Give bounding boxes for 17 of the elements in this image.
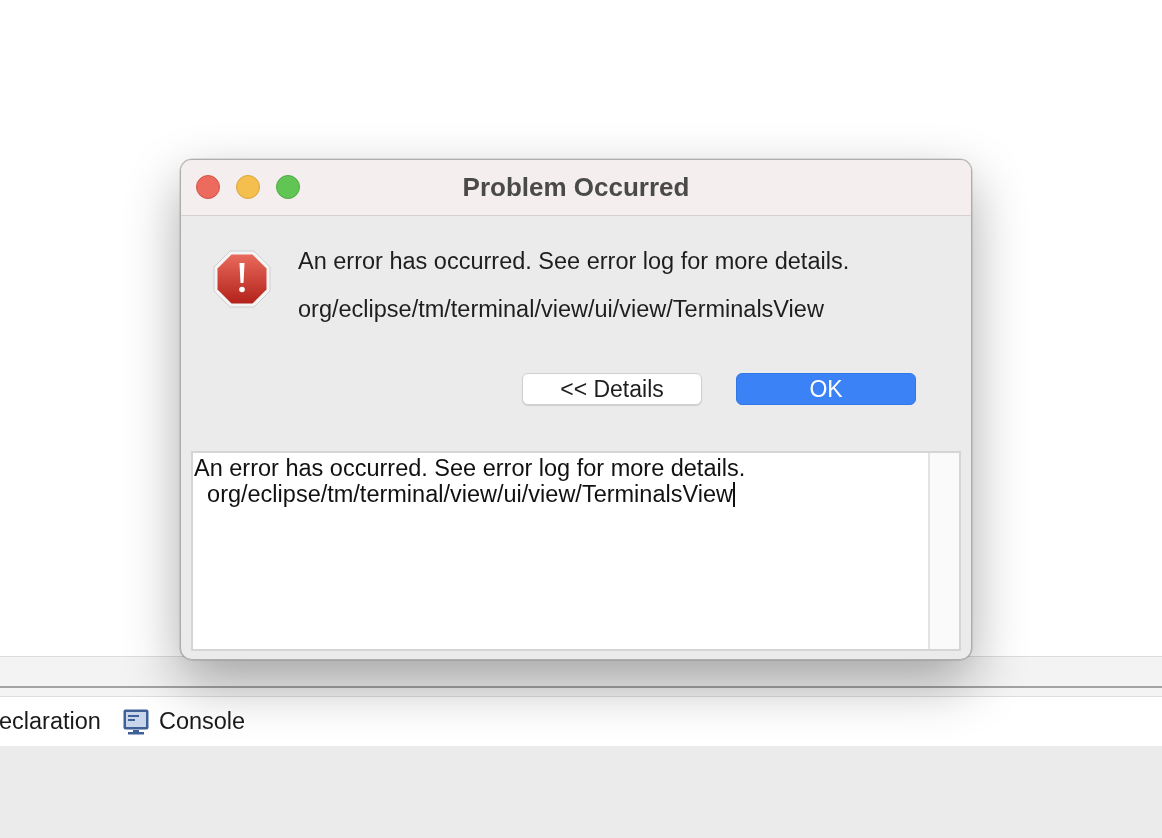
error-message: An error has occurred. See error log for more details. [298,247,850,275]
details-line: org/eclipse/tm/terminal/view/ui/view/TerminalsView [206,481,733,507]
view-tab[interactable]: eclaration [0,708,101,735]
details-text-area[interactable]: An error has occurred. See error log for more details. org/eclipse/tm/terminal/view/ui/view/TerminalsView [191,451,961,651]
panel-sash[interactable] [0,686,1162,697]
error-detail: org/eclipse/tm/terminal/view/ui/view/TerminalsView [298,295,825,323]
monitor-icon [122,708,149,735]
window-title: Problem Occurred [462,172,690,203]
error-stop-icon [213,250,271,308]
close-icon[interactable] [196,175,220,199]
details-button[interactable]: << Details [522,373,702,405]
minimize-icon[interactable] [236,175,260,199]
view-tab[interactable]: Console [122,708,246,735]
details-line: An error has occurred. See error log for more details. [194,455,746,481]
ok-button[interactable]: OK [736,373,916,405]
zoom-icon[interactable] [276,175,300,199]
scrollbar-track[interactable] [928,453,959,649]
